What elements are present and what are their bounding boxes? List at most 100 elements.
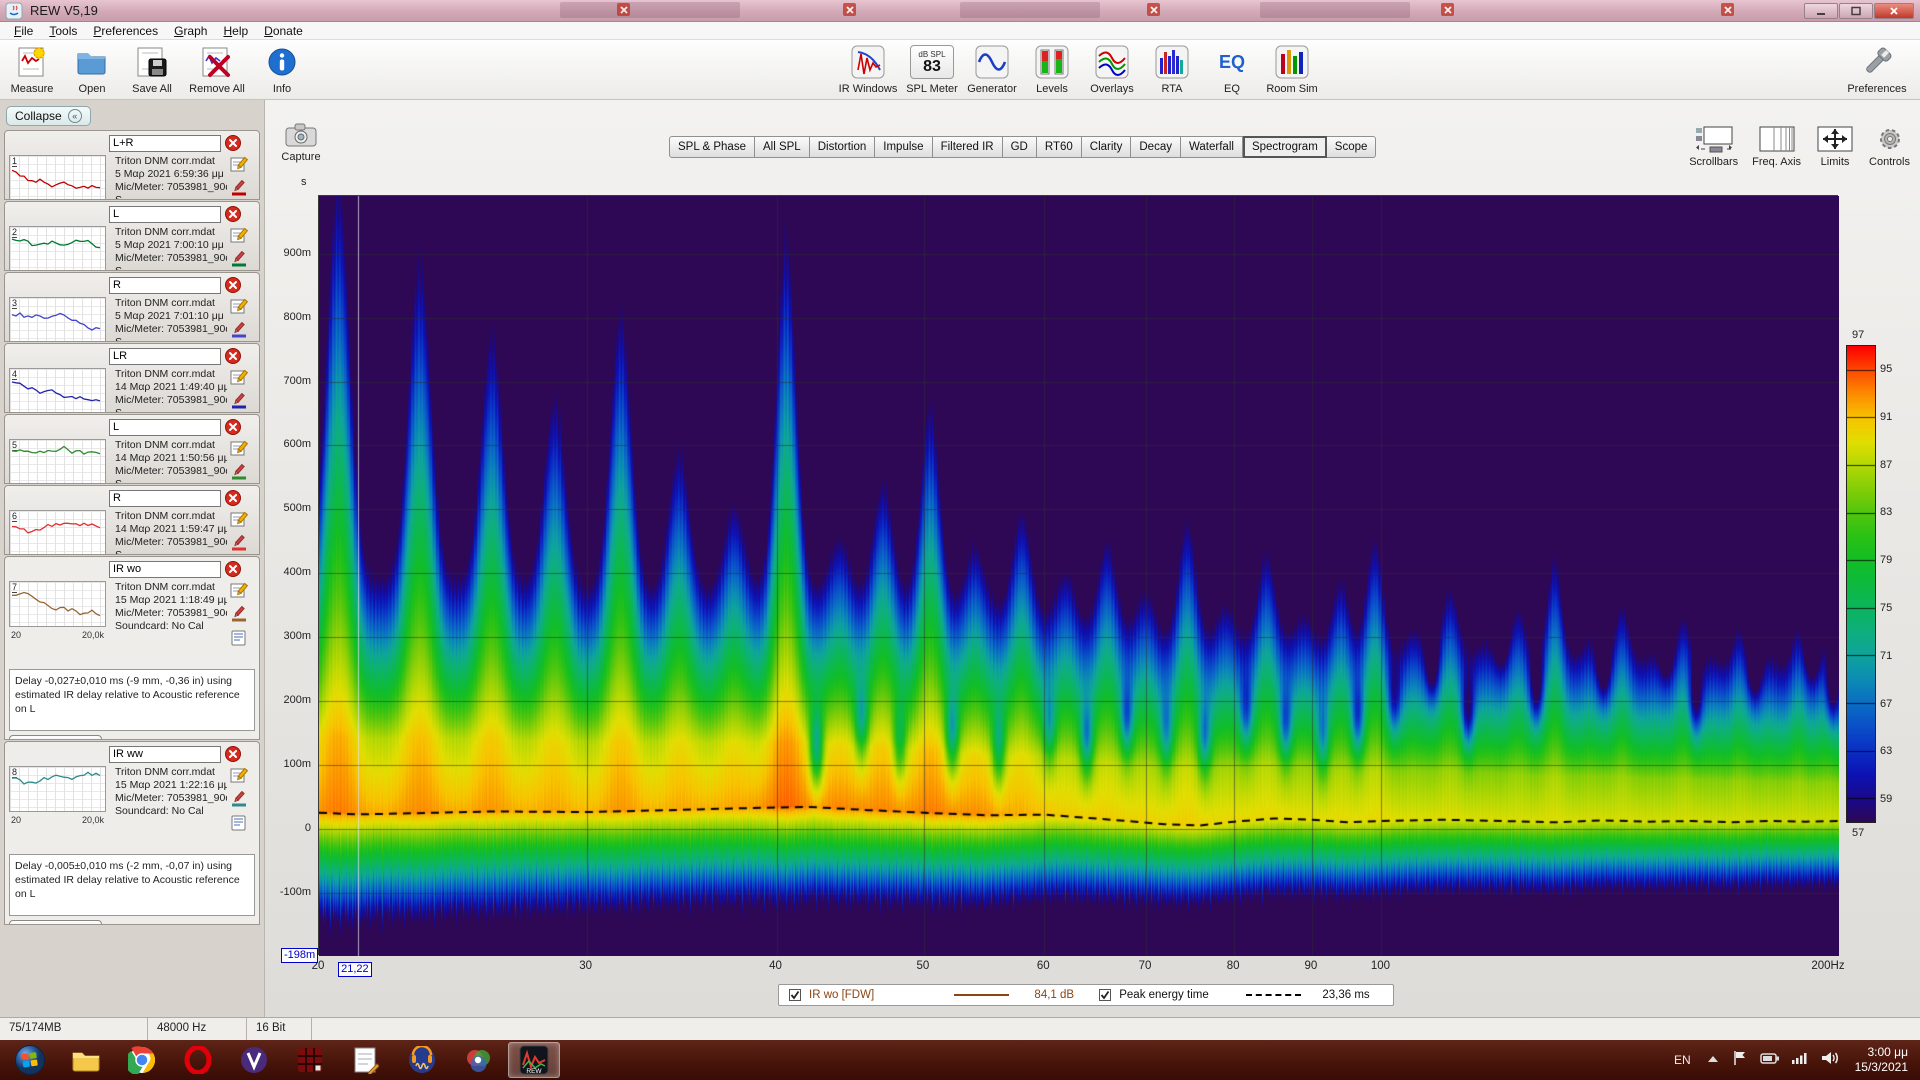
measurement-name-input[interactable] bbox=[109, 276, 221, 294]
trace-settings-icon[interactable] bbox=[230, 179, 248, 199]
edit-notes-icon[interactable] bbox=[230, 440, 249, 461]
menu-help[interactable]: Help bbox=[215, 24, 256, 38]
delete-measurement-icon[interactable] bbox=[225, 490, 241, 506]
eq-button[interactable]: EQ EQ bbox=[1204, 42, 1260, 96]
limits-button[interactable]: Limits bbox=[1815, 122, 1855, 168]
flag-icon[interactable] bbox=[1731, 1049, 1749, 1072]
save-all-button[interactable]: Save All bbox=[124, 42, 180, 96]
rta-notes-icon[interactable] bbox=[230, 815, 248, 836]
measurement-thumbnail[interactable]: 22020,0k bbox=[9, 226, 106, 270]
overlays-button[interactable]: Overlays bbox=[1084, 42, 1140, 96]
measurement-thumbnail[interactable]: 42020,0k bbox=[9, 368, 106, 412]
controls-button[interactable]: Controls bbox=[1869, 122, 1910, 168]
rta-button[interactable]: RTA bbox=[1144, 42, 1200, 96]
remove-all-button[interactable]: Remove All bbox=[184, 42, 250, 96]
taskbar-notes-app-icon[interactable] bbox=[340, 1042, 392, 1078]
measurement-card-6[interactable]: 62020,0k Triton DNM corr.mdat14 Μαρ 2021 … bbox=[4, 485, 260, 555]
change-cal-button[interactable]: Change Cal... bbox=[9, 735, 103, 739]
trace-settings-icon[interactable] bbox=[230, 605, 248, 627]
tab-decay[interactable]: Decay bbox=[1131, 136, 1181, 158]
edit-notes-icon[interactable] bbox=[230, 156, 249, 177]
levels-button[interactable]: Levels bbox=[1024, 42, 1080, 96]
measurement-name-input[interactable] bbox=[109, 347, 221, 365]
trace-checkbox[interactable] bbox=[789, 989, 801, 1001]
taskbar-start-button[interactable] bbox=[4, 1042, 56, 1078]
measurement-name-input[interactable] bbox=[109, 205, 221, 223]
trace-settings-icon[interactable] bbox=[230, 392, 248, 412]
power-icon[interactable] bbox=[1759, 1051, 1780, 1070]
trace-settings-icon[interactable] bbox=[230, 250, 248, 270]
ir-windows-button[interactable]: IR Windows bbox=[836, 42, 900, 96]
capture-button[interactable]: Capture bbox=[273, 122, 329, 163]
room-sim-button[interactable]: Room Sim bbox=[1264, 42, 1320, 96]
measurement-thumbnail[interactable]: 62020,0k bbox=[9, 510, 106, 554]
taskbar-opera-icon[interactable] bbox=[172, 1042, 224, 1078]
menu-donate[interactable]: Donate bbox=[256, 24, 311, 38]
delete-measurement-icon[interactable] bbox=[225, 561, 241, 577]
taskbar-rew-icon[interactable]: REW bbox=[508, 1042, 560, 1078]
info-button[interactable]: Info bbox=[254, 42, 310, 96]
trace-settings-icon[interactable] bbox=[230, 790, 248, 812]
measure-button[interactable]: Measure bbox=[4, 42, 60, 96]
measurement-name-input[interactable] bbox=[109, 418, 221, 436]
maximize-button[interactable] bbox=[1839, 3, 1873, 19]
close-button[interactable] bbox=[1874, 3, 1914, 19]
delete-measurement-icon[interactable] bbox=[225, 419, 241, 435]
taskbar-grid-app-icon[interactable] bbox=[284, 1042, 336, 1078]
taskbar-audio-app-icon[interactable] bbox=[396, 1042, 448, 1078]
preferences-button[interactable]: Preferences bbox=[1842, 42, 1912, 96]
measurement-name-input[interactable] bbox=[109, 134, 221, 152]
edit-notes-icon[interactable] bbox=[230, 511, 249, 532]
tab-spectrogram[interactable]: Spectrogram bbox=[1242, 136, 1327, 158]
freq-axis-button[interactable]: Freq. Axis bbox=[1752, 122, 1801, 168]
measurement-card-2[interactable]: 22020,0k Triton DNM corr.mdat5 Μαρ 2021 7… bbox=[4, 201, 260, 271]
rta-notes-icon[interactable] bbox=[230, 630, 248, 651]
edit-notes-icon[interactable] bbox=[230, 767, 249, 788]
trace-settings-icon[interactable] bbox=[230, 534, 248, 554]
collapse-sidebar-button[interactable]: Collapse « bbox=[6, 106, 91, 126]
delete-measurement-icon[interactable] bbox=[225, 348, 241, 364]
menu-preferences[interactable]: Preferences bbox=[85, 24, 166, 38]
change-cal-button[interactable]: Change Cal... bbox=[9, 920, 103, 924]
tray-expand-icon[interactable] bbox=[1706, 1051, 1720, 1069]
menu-tools[interactable]: Tools bbox=[41, 24, 85, 38]
tab-scope[interactable]: Scope bbox=[1326, 136, 1377, 158]
delete-measurement-icon[interactable] bbox=[225, 277, 241, 293]
network-icon[interactable] bbox=[1791, 1051, 1809, 1070]
measurement-card-7[interactable]: 72020,0kTriton DNM corr.mdat15 Μαρ 2021 … bbox=[4, 556, 260, 740]
measurement-thumbnail[interactable]: 12020,0k bbox=[9, 155, 106, 199]
trace-settings-icon[interactable] bbox=[230, 463, 248, 483]
measurement-thumbnail[interactable]: 7 20 20,0k bbox=[9, 581, 106, 640]
minimize-button[interactable] bbox=[1804, 3, 1838, 19]
spectrogram-canvas[interactable] bbox=[319, 196, 1839, 956]
tab-gd[interactable]: GD bbox=[1002, 136, 1037, 158]
volume-icon[interactable] bbox=[1820, 1050, 1840, 1071]
tab-spl-phase[interactable]: SPL & Phase bbox=[669, 136, 755, 158]
delete-measurement-icon[interactable] bbox=[225, 746, 241, 762]
tab-filtered-ir[interactable]: Filtered IR bbox=[932, 136, 1003, 158]
measurement-name-input[interactable] bbox=[109, 489, 221, 507]
measurement-card-5[interactable]: 52020,0k Triton DNM corr.mdat14 Μαρ 2021 … bbox=[4, 414, 260, 484]
edit-notes-icon[interactable] bbox=[230, 298, 249, 319]
delete-measurement-icon[interactable] bbox=[225, 135, 241, 151]
edit-notes-icon[interactable] bbox=[230, 369, 249, 390]
taskbar-browser-icon[interactable] bbox=[228, 1042, 280, 1078]
tab-all-spl[interactable]: All SPL bbox=[754, 136, 810, 158]
measurement-card-4[interactable]: 42020,0k Triton DNM corr.mdat14 Μαρ 2021 … bbox=[4, 343, 260, 413]
measurement-thumbnail[interactable]: 32020,0k bbox=[9, 297, 106, 341]
menu-graph[interactable]: Graph bbox=[166, 24, 215, 38]
open-button[interactable]: Open bbox=[64, 42, 120, 96]
spl-meter-button[interactable]: dB SPL 83 SPL Meter bbox=[904, 42, 960, 96]
tab-clarity[interactable]: Clarity bbox=[1081, 136, 1132, 158]
measurement-name-input[interactable] bbox=[109, 560, 221, 578]
menu-file[interactable]: File bbox=[6, 24, 41, 38]
scrollbars-button[interactable]: Scrollbars bbox=[1689, 122, 1738, 168]
delete-measurement-icon[interactable] bbox=[225, 206, 241, 222]
peak-energy-checkbox[interactable] bbox=[1099, 989, 1112, 1001]
edit-notes-icon[interactable] bbox=[230, 582, 249, 603]
measurement-name-input[interactable] bbox=[109, 745, 221, 763]
measurement-card-3[interactable]: 32020,0k Triton DNM corr.mdat5 Μαρ 2021 7… bbox=[4, 272, 260, 342]
measurement-thumbnail[interactable]: 8 20 20,0k bbox=[9, 766, 106, 825]
measurement-card-1[interactable]: 12020,0k Triton DNM corr.mdat5 Μαρ 2021 6… bbox=[4, 130, 260, 200]
taskbar-folder-icon[interactable] bbox=[60, 1042, 112, 1078]
